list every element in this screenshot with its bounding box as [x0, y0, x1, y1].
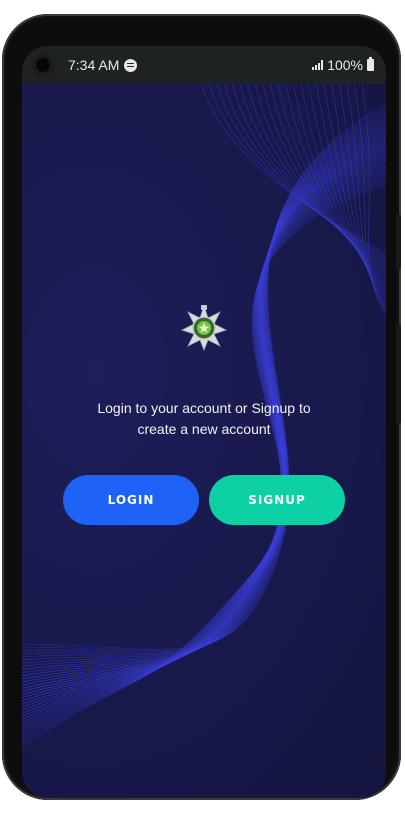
- welcome-message: Login to your account or Signup to creat…: [22, 398, 386, 440]
- signal-icon: [312, 60, 324, 70]
- battery-icon: [367, 57, 374, 71]
- welcome-message-line2: create a new account: [137, 421, 271, 437]
- wave-line: [216, 84, 386, 261]
- wave-background: [22, 84, 386, 748]
- wave-line: [22, 181, 386, 745]
- status-time: 7:34 AM: [68, 57, 120, 73]
- power-button: [396, 214, 401, 270]
- wave-line: [22, 176, 386, 739]
- login-button[interactable]: LOGIN: [63, 475, 199, 525]
- battery-percent: 100%: [327, 57, 363, 73]
- screen: 7:34 AM 100% Login to your account or Si…: [22, 46, 386, 798]
- wave-line: [22, 173, 386, 736]
- police-badge-logo: [180, 304, 228, 352]
- welcome-screen: Login to your account or Signup to creat…: [22, 84, 386, 798]
- wave-line: [22, 108, 386, 653]
- volume-button: [396, 324, 401, 424]
- signup-button[interactable]: SIGNUP: [209, 475, 345, 525]
- wave-line: [22, 120, 386, 667]
- status-right: 100%: [312, 57, 374, 73]
- wave-line: [22, 169, 386, 730]
- status-bar: 7:34 AM 100%: [22, 46, 386, 84]
- camera-icon: [32, 54, 54, 76]
- wave-line: [22, 110, 386, 655]
- wave-line: [22, 106, 386, 652]
- welcome-message-line1: Login to your account or Signup to: [97, 400, 311, 416]
- phone-frame: 7:34 AM 100% Login to your account or Si…: [2, 14, 401, 800]
- spotify-icon: [124, 58, 138, 72]
